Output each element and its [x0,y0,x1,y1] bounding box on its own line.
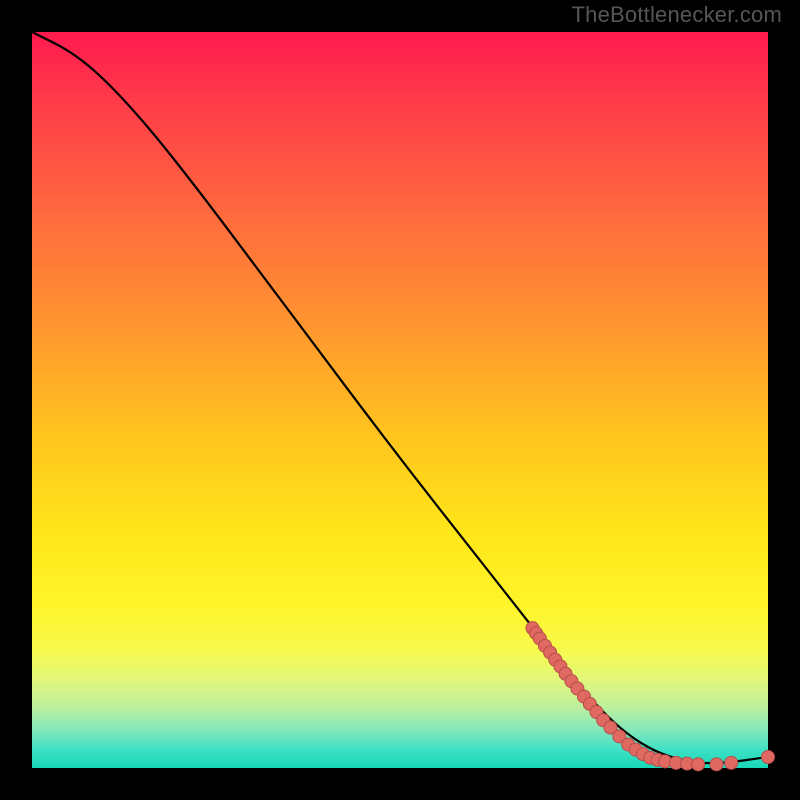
attribution-label: TheBottlenecker.com [572,2,782,28]
data-marker [710,758,723,771]
chart-svg [32,32,768,768]
bottleneck-curve [32,32,768,763]
chart-frame: TheBottlenecker.com [0,0,800,800]
data-marker [725,756,738,769]
data-marker [762,750,775,763]
data-marker [692,758,705,771]
plot-area [32,32,768,768]
